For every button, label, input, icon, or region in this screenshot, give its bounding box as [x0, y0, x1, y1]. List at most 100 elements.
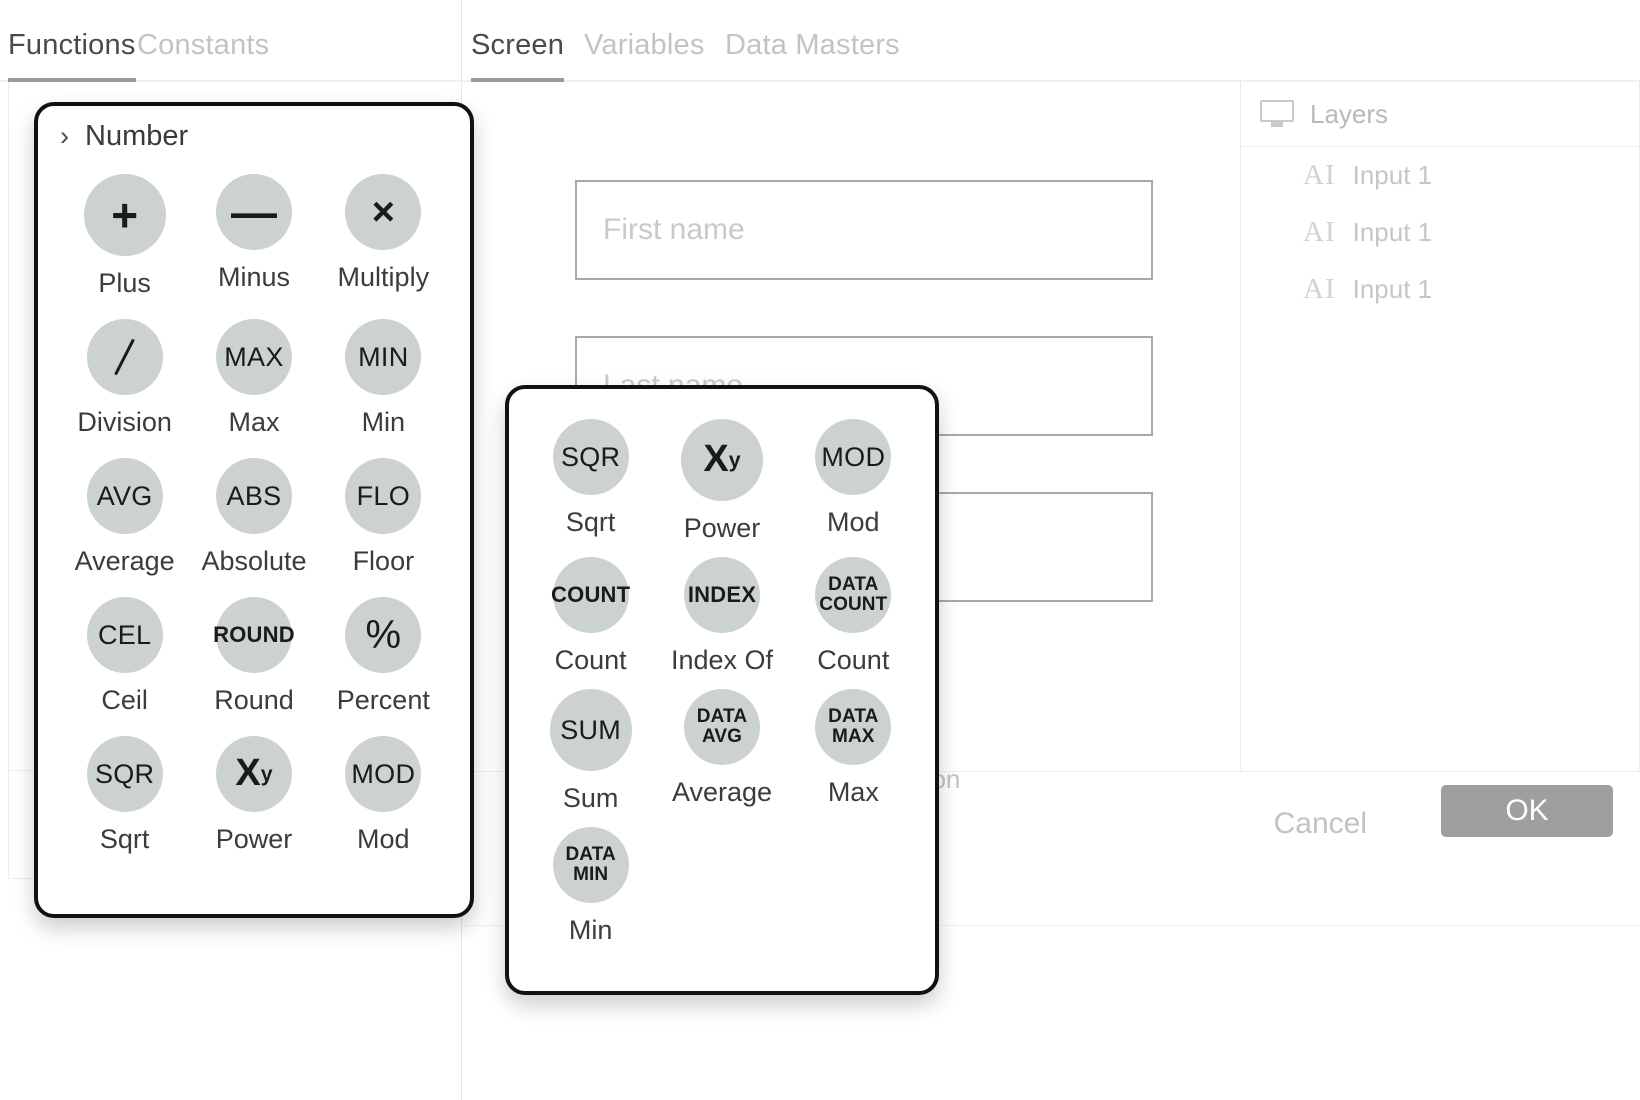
tab-screen[interactable]: Screen	[471, 29, 565, 82]
function-label: Average	[671, 777, 773, 807]
function-label: Ceil	[101, 685, 148, 715]
function-item[interactable]: AVG Average	[60, 458, 189, 577]
function-label: Division	[77, 407, 172, 437]
function-item[interactable]: Division	[60, 319, 189, 438]
text-input-icon: AI	[1303, 273, 1336, 305]
function-item[interactable]: DATA AVG Average	[656, 689, 787, 814]
tab-variables[interactable]: Variables	[584, 29, 705, 80]
function-label: Sum	[562, 783, 619, 813]
function-item[interactable]: MOD Mod	[319, 736, 448, 855]
division-icon[interactable]	[86, 319, 163, 395]
index-of-icon[interactable]: INDEX	[683, 557, 760, 633]
ok-button[interactable]: OK	[1441, 785, 1613, 837]
function-item[interactable]: DATA COUNT Count	[788, 557, 919, 676]
function-item[interactable]: SUM Sum	[525, 689, 656, 814]
function-item[interactable]: SQR Sqrt	[525, 419, 656, 544]
cancel-button[interactable]: Cancel	[1274, 807, 1367, 841]
function-label: Plus	[98, 268, 151, 298]
function-label: Min	[361, 407, 406, 437]
function-item[interactable]: DATA MAX Max	[788, 689, 919, 814]
multiply-icon[interactable]: ×	[345, 174, 422, 250]
function-item[interactable]: % Percent	[319, 597, 448, 716]
data-max-icon[interactable]: DATA MAX	[815, 689, 892, 765]
number-group-title: Number	[85, 119, 189, 152]
function-label: Floor	[352, 546, 415, 576]
function-label: Min	[568, 915, 613, 945]
layer-item-0[interactable]: AI Input 1	[1241, 147, 1639, 204]
function-label: Power	[215, 824, 293, 854]
left-panel-inner-border	[8, 82, 9, 879]
first-name-field[interactable]: First name	[575, 180, 1153, 280]
function-item[interactable]: INDEX Index Of	[656, 557, 787, 676]
division-slash	[114, 338, 136, 376]
function-item[interactable]: FLO Floor	[319, 458, 448, 577]
function-label: Multiply	[337, 262, 430, 292]
more-functions-popover: SQR Sqrt Xy Power MOD Mod COUNT Count INDEX Index…	[505, 385, 939, 995]
floor-icon[interactable]: FLO	[345, 458, 422, 534]
count-icon[interactable]: COUNT	[551, 557, 630, 633]
function-label: Power	[683, 513, 761, 543]
function-item[interactable]: SQR Sqrt	[60, 736, 189, 855]
percent-icon[interactable]: %	[345, 597, 422, 673]
text-input-icon: AI	[1303, 159, 1336, 191]
layers-panel: Layers AI Input 1 AI Input 1 AI Input 1	[1240, 82, 1640, 770]
min-icon[interactable]: MIN	[345, 319, 422, 395]
layer-item-label: Input 1	[1352, 217, 1433, 247]
function-item[interactable]: COUNT Count	[525, 557, 656, 676]
function-item[interactable]: ROUND Round	[189, 597, 318, 716]
data-count-icon[interactable]: DATA COUNT	[815, 557, 892, 633]
tab-functions[interactable]: Functions	[8, 29, 136, 82]
tab-data-masters[interactable]: Data Masters	[725, 29, 900, 80]
function-label: Sqrt	[99, 824, 150, 854]
function-label: Mod	[357, 824, 410, 854]
function-label: Max	[228, 407, 280, 437]
sum-icon[interactable]: SUM	[549, 689, 632, 771]
function-item[interactable]: — Minus	[189, 174, 318, 299]
app-root: Functions Constants Screen Variables Dat…	[0, 0, 1640, 1100]
round-icon[interactable]: ROUND	[213, 597, 295, 673]
function-item[interactable]: × Multiply	[319, 174, 448, 299]
layer-item-label: Input 1	[1352, 160, 1433, 190]
function-item[interactable]: Xy Power	[656, 419, 787, 544]
data-avg-icon[interactable]: DATA AVG	[683, 689, 760, 765]
layer-item-1[interactable]: AI Input 1	[1241, 204, 1639, 261]
plus-icon[interactable]: +	[83, 174, 166, 256]
average-icon[interactable]: AVG	[86, 458, 163, 534]
function-label: Index Of	[670, 645, 774, 675]
number-group-header[interactable]: › Number	[38, 106, 470, 166]
power-icon[interactable]: Xy	[215, 736, 292, 812]
max-icon[interactable]: MAX	[215, 319, 292, 395]
layer-item-2[interactable]: AI Input 1	[1241, 261, 1639, 318]
function-item[interactable]: DATA MIN Min	[525, 827, 656, 946]
minus-icon[interactable]: —	[215, 174, 292, 250]
number-functions-grid: + Plus — Minus × Multiply Division MAX Max MIN Min…	[38, 174, 470, 855]
ceil-icon[interactable]: CEL	[86, 597, 163, 673]
absolute-icon[interactable]: ABS	[215, 458, 292, 534]
function-item[interactable]: + Plus	[60, 174, 189, 299]
function-item[interactable]: Xy Power	[189, 736, 318, 855]
function-label: Count	[817, 645, 890, 675]
function-label: Percent	[336, 685, 430, 715]
tab-constants[interactable]: Constants	[137, 29, 269, 80]
function-label: Sqrt	[565, 507, 616, 537]
sqrt-icon[interactable]: SQR	[86, 736, 163, 812]
text-input-icon: AI	[1303, 216, 1336, 248]
function-label: Round	[214, 685, 294, 715]
power-icon[interactable]: Xy	[680, 419, 763, 501]
data-min-icon[interactable]: DATA MIN	[552, 827, 629, 903]
function-label: Count	[554, 645, 627, 675]
function-label: Max	[827, 777, 879, 807]
more-functions-grid: SQR Sqrt Xy Power MOD Mod COUNT Count INDEX Index…	[509, 419, 935, 946]
function-item[interactable]: MAX Max	[189, 319, 318, 438]
mod-icon[interactable]: MOD	[345, 736, 422, 812]
monitor-icon	[1260, 100, 1294, 128]
function-item[interactable]: ABS Absolute	[189, 458, 318, 577]
left-tabbar: Functions Constants	[0, 0, 462, 82]
mod-icon[interactable]: MOD	[815, 419, 892, 495]
sqrt-icon[interactable]: SQR	[552, 419, 629, 495]
function-label: Minus	[217, 262, 290, 292]
function-item[interactable]: MOD Mod	[788, 419, 919, 544]
function-item[interactable]: MIN Min	[319, 319, 448, 438]
function-label: Mod	[827, 507, 880, 537]
function-item[interactable]: CEL Ceil	[60, 597, 189, 716]
